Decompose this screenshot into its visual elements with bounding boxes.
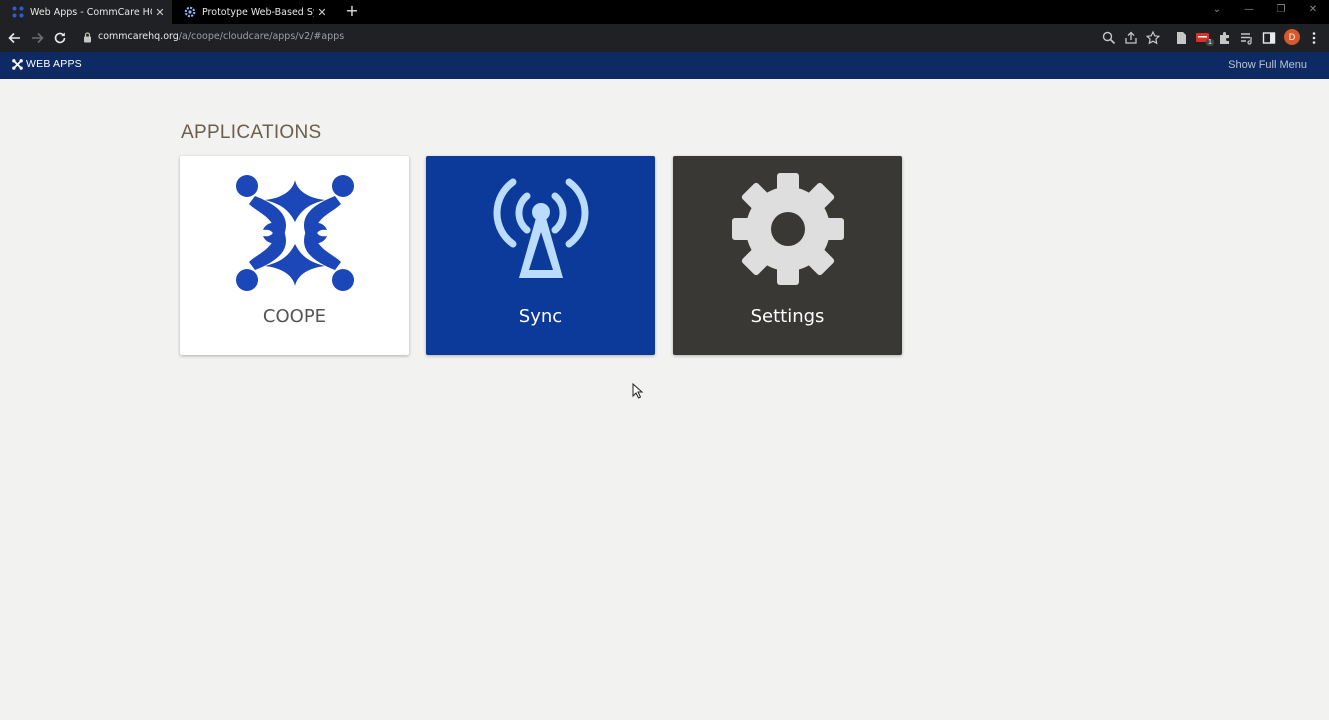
new-tab-button[interactable]: +	[343, 2, 361, 20]
address-bar[interactable]: commcarehq.org/a/coope/cloudcare/apps/v2…	[74, 27, 1164, 49]
commcare-icon	[12, 6, 24, 18]
antenna-icon	[493, 178, 588, 278]
page-title: APPLICATIONS	[181, 122, 322, 143]
minimize-button[interactable]: —	[1233, 0, 1265, 24]
show-full-menu-link[interactable]: Show Full Menu	[1228, 59, 1307, 71]
url-host: commcarehq.org	[98, 31, 179, 42]
gear-icon	[731, 173, 844, 285]
mouse-cursor-icon	[632, 383, 644, 399]
tab-prototype[interactable]: Prototype Web-Based System: C ✕	[172, 0, 334, 24]
bookmark-star-icon[interactable]	[1145, 30, 1161, 46]
share-icon[interactable]	[1123, 30, 1139, 46]
url-text: commcarehq.org/a/coope/cloudcare/apps/v2…	[98, 31, 344, 42]
brand-label: WEB APPS	[26, 58, 82, 70]
commcare-logo-icon	[12, 58, 23, 70]
browser-tab-bar: Web Apps - CommCare HQ ✕ Prototype Web-B…	[0, 0, 1329, 24]
reload-icon[interactable]	[51, 29, 69, 47]
tab-title: Prototype Web-Based System: C	[202, 6, 314, 18]
tab-search-icon[interactable]: ⌄	[1201, 0, 1233, 24]
document-extension-icon[interactable]	[1173, 30, 1189, 46]
tab-web-apps[interactable]: Web Apps - CommCare HQ ✕	[0, 0, 172, 24]
forward-icon[interactable]	[28, 29, 46, 47]
kebab-menu-icon[interactable]	[1306, 30, 1322, 46]
app-tile-coope[interactable]: COOPE	[180, 156, 409, 355]
tile-label: Settings	[750, 306, 825, 327]
tab-title: Web Apps - CommCare HQ	[30, 6, 152, 18]
browser-toolbar: commcarehq.org/a/coope/cloudcare/apps/v2…	[0, 24, 1329, 52]
app-tile-sync[interactable]: Sync	[426, 156, 655, 355]
media-queue-icon[interactable]	[1239, 30, 1255, 46]
app-tile-settings[interactable]: Settings	[673, 156, 902, 355]
back-icon[interactable]	[6, 29, 24, 47]
lock-icon[interactable]	[83, 32, 92, 43]
gear-icon	[184, 6, 196, 18]
tab-close-icon[interactable]: ✕	[152, 6, 168, 19]
restore-button[interactable]: ❐	[1265, 0, 1297, 24]
profile-avatar[interactable]: D	[1284, 29, 1300, 45]
tab-close-icon[interactable]: ✕	[314, 6, 330, 19]
side-panel-icon[interactable]	[1261, 30, 1277, 46]
app-navbar: WEB APPS Show Full Menu	[0, 52, 1329, 79]
extension-badge-count: 1	[1206, 39, 1214, 46]
tile-label: COOPE	[262, 306, 327, 327]
coope-logo-icon	[235, 175, 354, 291]
close-window-button[interactable]: ✕	[1297, 0, 1329, 24]
puzzle-icon[interactable]	[1217, 30, 1233, 46]
tile-label: Sync	[518, 306, 563, 327]
web-apps-brand[interactable]: WEB APPS	[12, 58, 82, 70]
zoom-icon[interactable]	[1101, 30, 1117, 46]
url-path: /a/coope/cloudcare/apps/v2/#apps	[178, 31, 345, 42]
